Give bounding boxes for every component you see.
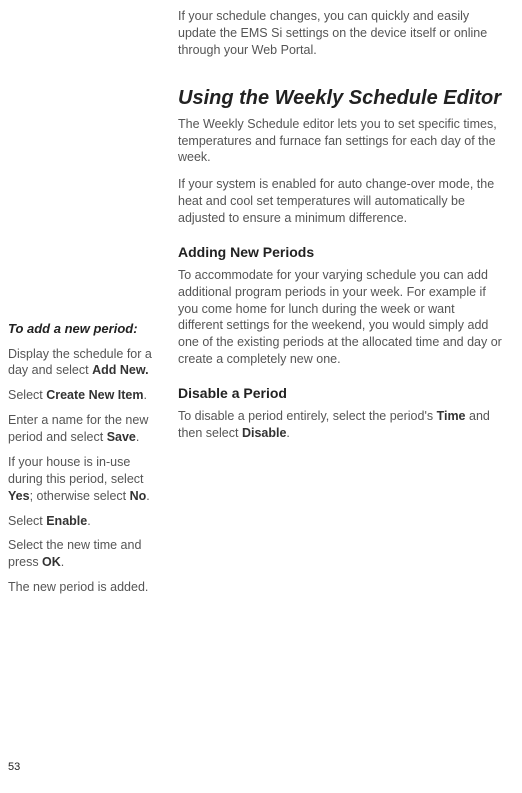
sidebar-step: Select the new time and press OK. xyxy=(8,537,164,571)
section-heading: Using the Weekly Schedule Editor xyxy=(178,87,502,110)
subheading: Adding New Periods xyxy=(178,243,502,262)
sidebar-step: Display the schedule for a day and selec… xyxy=(8,346,164,380)
page-number: 53 xyxy=(8,760,20,775)
body-paragraph: To disable a period entirely, select the… xyxy=(178,408,502,442)
subheading: Disable a Period xyxy=(178,384,502,403)
sidebar-step: Select Enable. xyxy=(8,513,164,530)
sidebar-step: The new period is added. xyxy=(8,579,164,596)
sidebar-title: To add a new period: xyxy=(8,320,164,338)
sidebar-step: Enter a name for the new period and sele… xyxy=(8,412,164,446)
sidebar-step: If your house is in-use during this peri… xyxy=(8,454,164,505)
body-paragraph: To accommodate for your varying schedule… xyxy=(178,267,502,368)
body-paragraph: The Weekly Schedule editor lets you to s… xyxy=(178,116,502,167)
main-column: If your schedule changes, you can quickl… xyxy=(178,8,510,793)
sidebar-step: Select Create New Item. xyxy=(8,387,164,404)
body-paragraph: If your system is enabled for auto chang… xyxy=(178,176,502,227)
intro-paragraph: If your schedule changes, you can quickl… xyxy=(178,8,502,59)
sidebar-column: To add a new period: Display the schedul… xyxy=(0,8,178,793)
